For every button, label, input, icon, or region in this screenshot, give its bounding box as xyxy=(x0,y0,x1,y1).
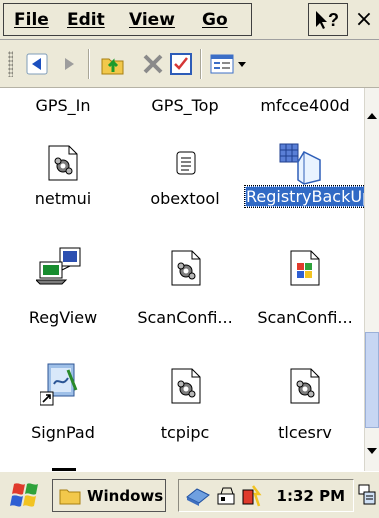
battery-icon[interactable] xyxy=(215,484,239,508)
taskbar-window-button[interactable]: Windows xyxy=(52,479,166,512)
clock[interactable]: 1:32 PM xyxy=(277,487,345,505)
regview-icon[interactable] xyxy=(36,246,84,286)
windows-app-icon[interactable] xyxy=(286,249,324,287)
file-list: GPS_In GPS_Top mfcce400d netmui obextool… xyxy=(0,88,364,471)
menu-bar: File Edit View Go ? × xyxy=(0,0,379,40)
file-item-label[interactable]: GPS_Top xyxy=(126,96,244,116)
taskbar-window-label: Windows xyxy=(87,486,164,505)
executable-icon[interactable] xyxy=(286,367,324,405)
executable-icon[interactable] xyxy=(167,367,205,405)
scroll-down-button[interactable] xyxy=(365,441,379,461)
file-item-label[interactable]: tlcesrv xyxy=(246,423,364,443)
back-icon xyxy=(26,53,48,75)
file-item-label[interactable]: SignPad xyxy=(4,423,122,443)
whats-this-icon: ? xyxy=(316,10,339,30)
menu-file[interactable]: File xyxy=(14,10,49,30)
power-icon[interactable] xyxy=(239,484,263,508)
vertical-scrollbar[interactable] xyxy=(364,88,379,471)
signpad-shortcut-icon[interactable] xyxy=(40,362,84,406)
menu-go[interactable]: Go xyxy=(202,10,228,30)
taskbar: Windows 1:32 PM xyxy=(0,471,379,518)
view-menu-button[interactable] xyxy=(208,50,252,78)
forward-button[interactable] xyxy=(54,50,84,78)
scroll-down-icon xyxy=(367,448,377,454)
view-menu-icon xyxy=(210,54,246,74)
delete-icon xyxy=(143,54,163,74)
scroll-up-button[interactable] xyxy=(365,106,379,126)
properties-button[interactable] xyxy=(166,50,196,78)
connection-icon[interactable] xyxy=(185,485,211,507)
properties-icon xyxy=(170,53,192,75)
file-item-label[interactable]: netmui xyxy=(4,189,122,209)
delete-button[interactable] xyxy=(138,50,168,78)
whats-this-button[interactable]: ? xyxy=(308,3,348,36)
close-button[interactable]: × xyxy=(352,3,376,36)
file-item-label-selected[interactable]: RegistryBackUp xyxy=(244,185,364,208)
file-item-label[interactable]: RegView xyxy=(4,308,122,328)
text-file-icon[interactable] xyxy=(167,144,205,182)
toolbar-grip[interactable] xyxy=(8,51,13,77)
folder-icon xyxy=(59,489,81,504)
toolbar-separator xyxy=(88,49,90,79)
executable-icon[interactable] xyxy=(167,249,205,287)
system-tray: 1:32 PM xyxy=(178,479,354,512)
close-icon: × xyxy=(354,6,374,32)
menu-group: File Edit View Go xyxy=(3,3,252,36)
file-item-label[interactable]: ScanConfi... xyxy=(126,308,244,328)
forward-icon xyxy=(65,58,74,70)
toolbar-separator xyxy=(200,49,202,79)
toolbar xyxy=(0,40,379,88)
svg-text:?: ? xyxy=(328,10,339,30)
back-button[interactable] xyxy=(22,50,52,78)
registry-backup-icon[interactable] xyxy=(278,140,324,186)
file-item-label[interactable]: ScanConfi... xyxy=(246,308,364,328)
file-item-label[interactable]: tcpipc xyxy=(126,423,244,443)
up-folder-button[interactable] xyxy=(98,50,128,78)
menu-view[interactable]: View xyxy=(129,10,175,30)
scroll-up-icon xyxy=(367,113,377,119)
scroll-thumb[interactable] xyxy=(365,332,379,428)
executable-icon[interactable] xyxy=(44,144,82,182)
menu-edit[interactable]: Edit xyxy=(67,10,105,30)
file-item-label[interactable]: mfcce400d xyxy=(246,96,364,116)
file-item-label[interactable]: GPS_In xyxy=(4,96,122,116)
file-item-label[interactable]: obextool xyxy=(126,189,244,209)
start-icon[interactable] xyxy=(10,482,42,510)
up-folder-icon xyxy=(101,58,124,75)
input-panel-icon[interactable] xyxy=(358,484,376,506)
